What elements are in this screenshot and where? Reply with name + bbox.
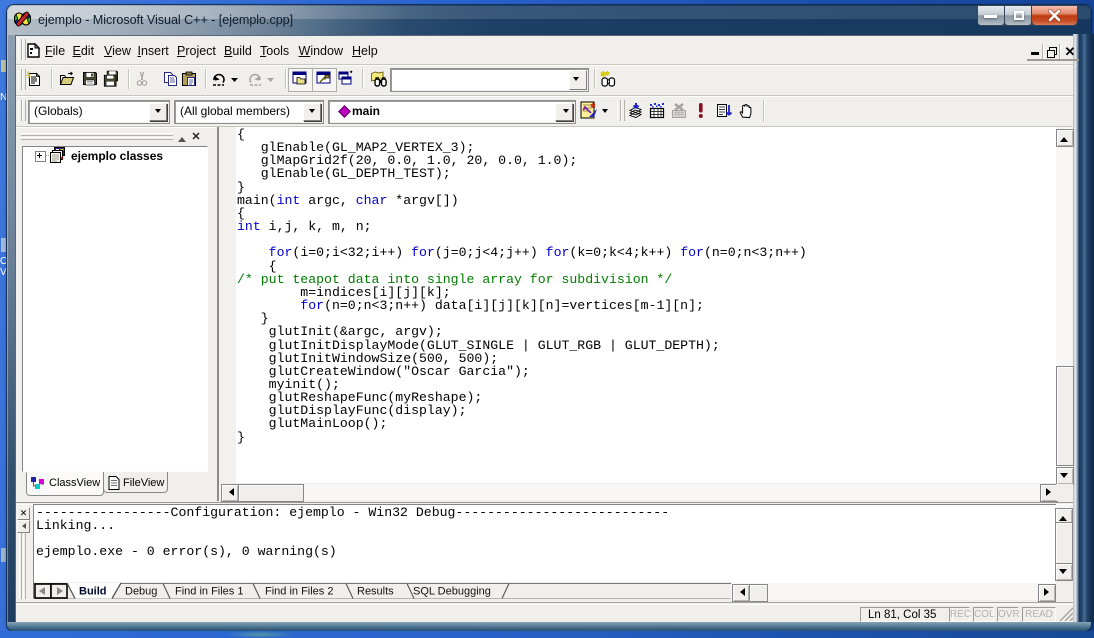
svg-text:Debug: Debug	[125, 586, 157, 598]
svg-text:SQL Debugging: SQL Debugging	[413, 586, 491, 598]
svg-text:Find in Files 2: Find in Files 2	[265, 586, 333, 598]
svg-text:✱: ✱	[590, 102, 596, 110]
svg-text:✱: ✱	[605, 71, 610, 78]
svg-text:Results: Results	[357, 586, 394, 598]
svg-text:Find in Files 1: Find in Files 1	[175, 586, 243, 598]
svg-text:Build: Build	[79, 586, 107, 598]
